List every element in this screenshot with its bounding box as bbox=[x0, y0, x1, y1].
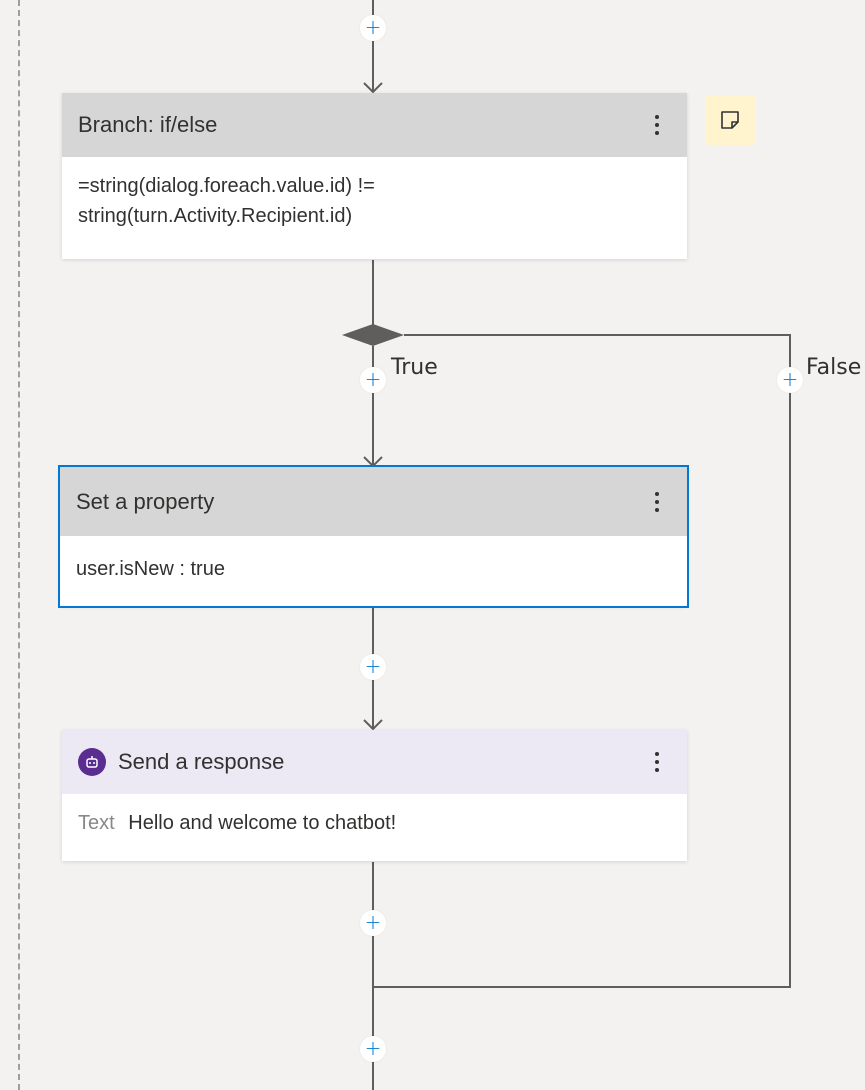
add-action-button[interactable]: + bbox=[360, 654, 386, 680]
node-body: =string(dialog.foreach.value.id) != stri… bbox=[62, 157, 687, 245]
send-response-node[interactable]: Send a response Text Hello and welcome t… bbox=[62, 730, 687, 861]
node-body: user.isNew : true bbox=[60, 536, 687, 598]
add-action-button-false-branch[interactable]: + bbox=[777, 367, 803, 393]
false-branch-label: False bbox=[806, 355, 862, 380]
response-field-label: Text bbox=[78, 812, 115, 834]
response-text-value: Hello and welcome to chatbot! bbox=[128, 812, 397, 834]
set-property-node[interactable]: Set a property user.isNew : true bbox=[58, 465, 689, 608]
node-title: Set a property bbox=[76, 488, 215, 514]
node-title: Branch: if/else bbox=[78, 112, 218, 137]
decision-diamond bbox=[342, 324, 404, 346]
condition-line-1: =string(dialog.foreach.value.id) != bbox=[78, 175, 375, 197]
node-header: Send a response bbox=[62, 730, 687, 794]
property-assignment: user.isNew : true bbox=[76, 558, 225, 580]
more-vertical-icon[interactable] bbox=[643, 742, 671, 782]
branch-if-else-node[interactable]: Branch: if/else =string(dialog.foreach.v… bbox=[62, 93, 687, 259]
true-branch-label: True bbox=[391, 355, 438, 380]
node-title: Send a response bbox=[118, 749, 285, 774]
node-header: Set a property bbox=[60, 467, 687, 536]
add-action-button[interactable]: + bbox=[360, 15, 386, 41]
flow-canvas[interactable]: + + + + + + True False Branch: if/else =… bbox=[0, 0, 865, 1090]
edge-false-path bbox=[373, 334, 791, 988]
add-action-button-true-branch[interactable]: + bbox=[360, 367, 386, 393]
more-vertical-icon[interactable] bbox=[643, 482, 671, 522]
node-body: Text Hello and welcome to chatbot! bbox=[62, 794, 687, 852]
bot-icon bbox=[78, 748, 106, 776]
more-vertical-icon[interactable] bbox=[643, 105, 671, 145]
add-action-button[interactable]: + bbox=[360, 910, 386, 936]
condition-line-2: string(turn.Activity.Recipient.id) bbox=[78, 205, 353, 227]
note-icon-glyph bbox=[721, 111, 739, 129]
node-header: Branch: if/else bbox=[62, 93, 687, 157]
add-action-button[interactable]: + bbox=[360, 1036, 386, 1062]
note-icon[interactable] bbox=[705, 95, 755, 145]
